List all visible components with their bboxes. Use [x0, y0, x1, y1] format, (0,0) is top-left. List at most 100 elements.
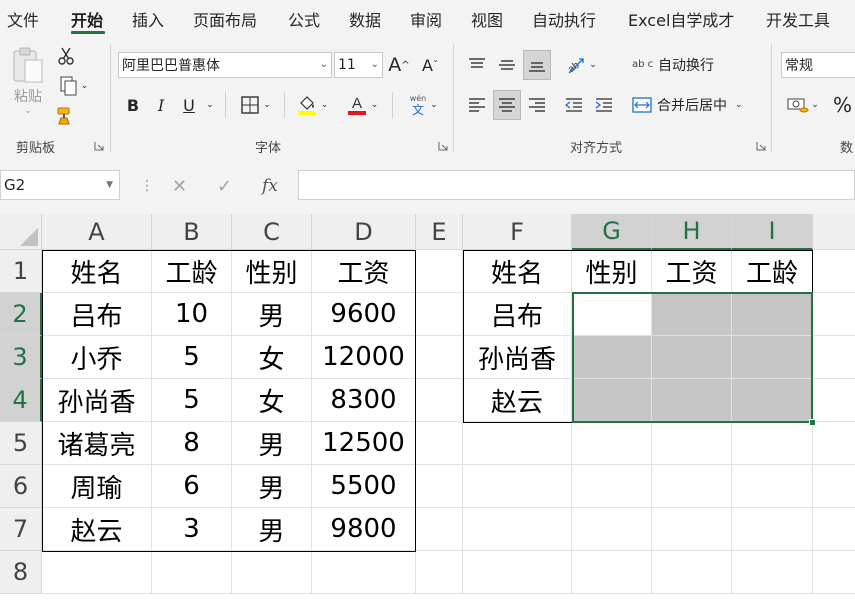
row-header-3[interactable]: 3	[0, 336, 42, 379]
cell-i4[interactable]	[732, 379, 813, 422]
cell-b2[interactable]: 10	[152, 293, 232, 336]
column-header-a[interactable]: A	[42, 214, 152, 250]
cell-j6[interactable]	[813, 465, 855, 508]
cell-e8[interactable]	[416, 551, 463, 594]
cell-c8[interactable]	[232, 551, 312, 594]
cell-e1[interactable]	[416, 250, 463, 293]
font-name-select[interactable]: 阿里巴巴普惠体 ⌄	[118, 52, 332, 78]
cell-i1[interactable]: 工龄	[732, 250, 813, 293]
phonetic-dropdown[interactable]: ⌄	[428, 96, 440, 114]
cell-h6[interactable]	[652, 465, 732, 508]
cell-d1[interactable]: 工资	[312, 250, 416, 293]
insert-function-button[interactable]: fx	[262, 176, 278, 196]
tab-insert[interactable]: 插入	[132, 7, 164, 31]
cell-f3[interactable]: 孙尚香	[463, 336, 572, 379]
fill-handle[interactable]	[809, 419, 816, 426]
cell-j1[interactable]	[813, 250, 855, 293]
cell-g1[interactable]: 性别	[572, 250, 652, 293]
cell-h3[interactable]	[652, 336, 732, 379]
cell-d8[interactable]	[312, 551, 416, 594]
align-middle-button[interactable]	[494, 52, 520, 78]
formula-bar-grip-icon[interactable]: ⋮	[140, 178, 154, 194]
cell-i8[interactable]	[732, 551, 813, 594]
cell-g7[interactable]	[572, 508, 652, 551]
tab-excel-self-study[interactable]: Excel自学成才	[628, 7, 734, 31]
row-header-6[interactable]: 6	[0, 465, 42, 508]
cell-e7[interactable]	[416, 508, 463, 551]
cell-h5[interactable]	[652, 422, 732, 465]
column-header-f[interactable]: F	[463, 214, 572, 250]
cell-a1[interactable]: 姓名	[42, 250, 152, 293]
cell-d3[interactable]: 12000	[312, 336, 416, 379]
cell-g3[interactable]	[572, 336, 652, 379]
cell-a4[interactable]: 孙尚香	[42, 379, 152, 422]
cell-b7[interactable]: 3	[152, 508, 232, 551]
tab-home[interactable]: 开始	[71, 7, 103, 31]
cell-c5[interactable]: 男	[232, 422, 312, 465]
enter-formula-button[interactable]: ✓	[217, 176, 232, 197]
cell-g5[interactable]	[572, 422, 652, 465]
select-all-button[interactable]	[0, 214, 42, 250]
cell-h1[interactable]: 工资	[652, 250, 732, 293]
formula-input[interactable]	[298, 170, 855, 200]
cell-j5[interactable]	[813, 422, 855, 465]
cell-a2[interactable]: 吕布	[42, 293, 152, 336]
align-center-button[interactable]	[493, 90, 521, 120]
cell-e5[interactable]	[416, 422, 463, 465]
row-header-4[interactable]: 4	[0, 379, 42, 422]
row-header-7[interactable]: 7	[0, 508, 42, 551]
tab-developer[interactable]: 开发工具	[766, 7, 830, 31]
underline-dropdown[interactable]: ⌄	[203, 92, 217, 118]
percent-style-button[interactable]: %	[830, 92, 855, 118]
cell-b1[interactable]: 工龄	[152, 250, 232, 293]
row-header-8[interactable]: 8	[0, 551, 42, 594]
tab-view[interactable]: 视图	[471, 7, 503, 31]
fill-color-button[interactable]: ⌄	[292, 92, 332, 118]
dialog-launcher-icon[interactable]	[438, 141, 448, 151]
merge-center-button[interactable]: 合并后居中 ⌄	[632, 92, 760, 118]
accounting-format-button[interactable]: ⌄	[782, 92, 824, 118]
tab-page-layout[interactable]: 页面布局	[193, 7, 257, 31]
orientation-button[interactable]: ab ⌄	[560, 52, 602, 78]
font-color-button[interactable]: A ⌄	[340, 92, 384, 118]
paste-button[interactable]: 粘贴 ⌄	[6, 44, 50, 118]
cell-i3[interactable]	[732, 336, 813, 379]
tab-file[interactable]: 文件	[7, 7, 39, 31]
row-header-5[interactable]: 5	[0, 422, 42, 465]
cell-g4[interactable]	[572, 379, 652, 422]
cell-c4[interactable]: 女	[232, 379, 312, 422]
cell-j2[interactable]	[813, 293, 855, 336]
row-header-2[interactable]: 2	[0, 293, 42, 336]
cell-a8[interactable]	[42, 551, 152, 594]
cell-h2[interactable]	[652, 293, 732, 336]
cell-a7[interactable]: 赵云	[42, 508, 152, 551]
align-right-button[interactable]	[524, 92, 550, 118]
cell-c6[interactable]: 男	[232, 465, 312, 508]
cell-g8[interactable]	[572, 551, 652, 594]
cell-d6[interactable]: 5500	[312, 465, 416, 508]
wrap-text-button[interactable]: ab c 自动换行	[632, 52, 752, 78]
cell-h8[interactable]	[652, 551, 732, 594]
cell-b8[interactable]	[152, 551, 232, 594]
align-bottom-button[interactable]	[523, 50, 551, 80]
cell-a3[interactable]: 小乔	[42, 336, 152, 379]
tab-review[interactable]: 审阅	[410, 7, 442, 31]
column-header-h[interactable]: H	[652, 214, 732, 250]
increase-indent-button[interactable]	[591, 92, 617, 118]
cell-e3[interactable]	[416, 336, 463, 379]
cell-j8[interactable]	[813, 551, 855, 594]
cell-i5[interactable]	[732, 422, 813, 465]
bold-button[interactable]: B	[122, 92, 144, 118]
cell-e4[interactable]	[416, 379, 463, 422]
row-header-1[interactable]: 1	[0, 250, 42, 293]
cell-f2[interactable]: 吕布	[463, 293, 572, 336]
column-header-d[interactable]: D	[312, 214, 416, 250]
cell-f1[interactable]: 姓名	[463, 250, 572, 293]
column-header-i[interactable]: I	[732, 214, 813, 250]
align-top-button[interactable]	[464, 52, 490, 78]
cell-f8[interactable]	[463, 551, 572, 594]
cell-c2[interactable]: 男	[232, 293, 312, 336]
column-header-e[interactable]: E	[416, 214, 463, 250]
cell-b4[interactable]: 5	[152, 379, 232, 422]
cell-f5[interactable]	[463, 422, 572, 465]
